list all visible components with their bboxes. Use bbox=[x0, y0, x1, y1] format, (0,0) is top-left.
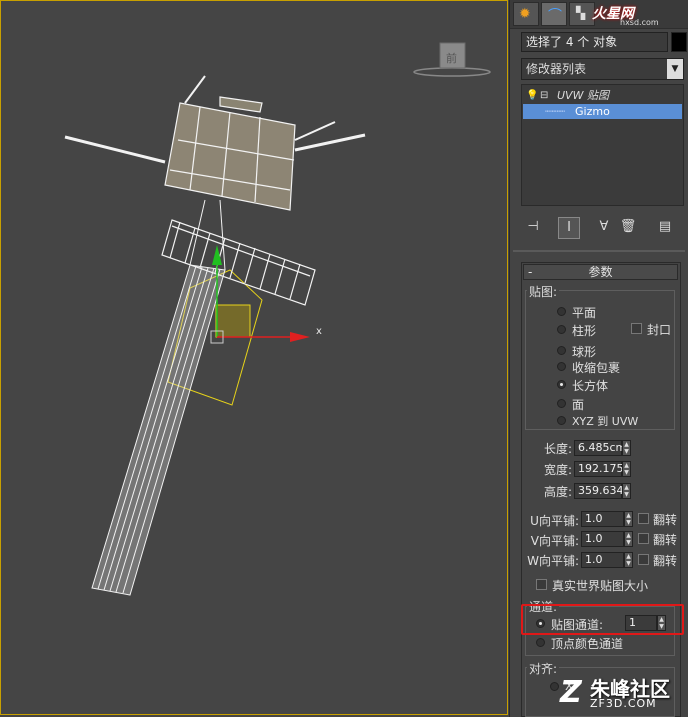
hierarchy-icon: ▚ bbox=[576, 6, 586, 20]
separator bbox=[513, 250, 685, 252]
width-spinner[interactable]: ▲ ▼ bbox=[622, 461, 631, 477]
collapse-icon[interactable]: ⊟ bbox=[540, 88, 548, 103]
width-label: 宽度: bbox=[543, 463, 572, 477]
height-spinner[interactable]: ▲ ▼ bbox=[622, 483, 631, 499]
parameters-title: 参数 bbox=[588, 265, 613, 279]
radio-vertex-color[interactable] bbox=[536, 638, 545, 647]
radio-align-x[interactable] bbox=[550, 682, 559, 691]
viewcube-label: 前 bbox=[446, 51, 457, 65]
w-flip-label: 翻转 bbox=[653, 554, 678, 568]
w-tile-spinner[interactable]: ▲ ▼ bbox=[624, 552, 633, 568]
watermark-logo-icon: Z bbox=[560, 675, 582, 710]
stack-item-uvw-map[interactable]: 💡 ⊟ UVW 贴图 bbox=[523, 88, 682, 103]
u-tile-spinner[interactable]: ▲ ▼ bbox=[624, 511, 633, 527]
v-tile-label: V向平铺: bbox=[530, 534, 579, 548]
v-tile-field[interactable]: 1.0 bbox=[581, 531, 624, 547]
modifier-list-dropdown[interactable]: 修改器列表 ▼ bbox=[521, 58, 684, 80]
label-box: 长方体 bbox=[572, 379, 609, 393]
radio-shrink-wrap[interactable] bbox=[557, 362, 566, 371]
modify-tab[interactable]: ⌒ bbox=[541, 2, 567, 26]
u-flip-label: 翻转 bbox=[653, 513, 678, 527]
object-name-field[interactable]: 选择了 4 个 对象 bbox=[521, 32, 668, 52]
viewport-scene: 前 x bbox=[64, 42, 491, 596]
tree-line: ┈┈┈ bbox=[545, 105, 565, 118]
command-panel-tabs: ✹ ⌒ ▚ 火星网 hxsd.com bbox=[510, 0, 688, 29]
radio-xyz-to-uvw[interactable] bbox=[557, 416, 566, 425]
stack-item-label: Gizmo bbox=[575, 105, 610, 118]
mapping-group-label: 贴图: bbox=[527, 283, 560, 300]
radio-spherical[interactable] bbox=[557, 346, 566, 355]
length-spinner[interactable]: ▲ ▼ bbox=[622, 440, 631, 456]
w-flip-checkbox[interactable] bbox=[638, 554, 649, 565]
viewcube[interactable]: 前 bbox=[413, 42, 491, 77]
w-tile-label: W向平铺: bbox=[527, 554, 579, 568]
length-field[interactable]: 6.485cm bbox=[574, 440, 626, 456]
stack-item-label: UVW 贴图 bbox=[557, 89, 609, 102]
parameters-rollout-header[interactable]: - 参数 bbox=[523, 264, 678, 280]
object-color-swatch[interactable] bbox=[671, 32, 687, 52]
u-tile-field[interactable]: 1.0 bbox=[581, 511, 624, 527]
pin-stack-icon[interactable]: ⊣ bbox=[523, 217, 543, 237]
v-flip-checkbox[interactable] bbox=[638, 533, 649, 544]
radio-cylindrical[interactable] bbox=[557, 325, 566, 334]
height-field[interactable]: 359.634 bbox=[574, 483, 624, 499]
label-xyz-to-uvw: XYZ 到 UVW bbox=[572, 415, 639, 428]
u-flip-checkbox[interactable] bbox=[638, 513, 649, 524]
show-end-result-icon[interactable]: Ⅰ bbox=[558, 217, 580, 239]
collapse-minus: - bbox=[528, 265, 533, 279]
pole-wireframe bbox=[91, 199, 226, 596]
cap-checkbox[interactable] bbox=[631, 323, 642, 334]
perspective-viewport[interactable]: 前 x bbox=[0, 0, 510, 717]
length-label: 长度: bbox=[543, 442, 572, 456]
site-logo-sub: hxsd.com bbox=[620, 18, 659, 27]
stack-toolbar: ⊣ Ⅰ ∀ 🗑 ▤ bbox=[510, 215, 688, 241]
height-label: 高度: bbox=[543, 485, 572, 499]
radio-box[interactable] bbox=[557, 380, 566, 389]
w-tile-field[interactable]: 1.0 bbox=[581, 552, 624, 568]
label-planar: 平面 bbox=[572, 306, 597, 320]
modify-icon: ⌒ bbox=[548, 8, 562, 24]
label-shrink-wrap: 收缩包裹 bbox=[572, 361, 621, 375]
remove-modifier-icon[interactable]: 🗑 bbox=[618, 217, 638, 237]
label-face: 面 bbox=[572, 398, 585, 412]
modifier-stack[interactable]: 💡 ⊟ UVW 贴图 ┈┈┈ Gizmo bbox=[521, 84, 684, 206]
v-tile-spinner[interactable]: ▲ ▼ bbox=[624, 531, 633, 547]
cabin-wireframe bbox=[64, 75, 366, 211]
stack-item-gizmo[interactable]: ┈┈┈ Gizmo bbox=[523, 104, 682, 119]
label-spherical: 球形 bbox=[572, 345, 597, 359]
real-world-checkbox[interactable] bbox=[536, 579, 547, 590]
x-axis-label: x bbox=[316, 326, 322, 337]
watermark-sub: ZF3D.COM bbox=[590, 697, 657, 710]
real-world-label: 真实世界贴图大小 bbox=[552, 579, 649, 593]
width-field[interactable]: 192.175 bbox=[574, 461, 624, 477]
make-unique-icon[interactable]: ∀ bbox=[594, 217, 614, 237]
configure-sets-icon[interactable]: ▤ bbox=[655, 217, 675, 237]
v-flip-label: 翻转 bbox=[653, 533, 678, 547]
align-group-label: 对齐: bbox=[527, 660, 560, 677]
cap-label: 封口 bbox=[647, 323, 672, 337]
x-axis-arrow[interactable] bbox=[290, 332, 310, 342]
vertex-color-label: 顶点颜色通道 bbox=[551, 637, 624, 651]
label-cylindrical: 柱形 bbox=[572, 324, 597, 338]
modifier-list-label: 修改器列表 bbox=[526, 62, 587, 76]
chevron-down-icon: ▼ bbox=[667, 59, 683, 79]
radio-planar[interactable] bbox=[557, 307, 566, 316]
u-tile-label: U向平铺: bbox=[530, 514, 579, 528]
radio-face[interactable] bbox=[557, 399, 566, 408]
watermark: Z 朱峰社区 ZF3D.COM bbox=[560, 673, 688, 717]
lightbulb-icon[interactable]: 💡 bbox=[526, 88, 538, 103]
highlight-box bbox=[521, 604, 684, 635]
create-tab[interactable]: ✹ bbox=[513, 2, 539, 26]
create-icon: ✹ bbox=[519, 6, 531, 22]
